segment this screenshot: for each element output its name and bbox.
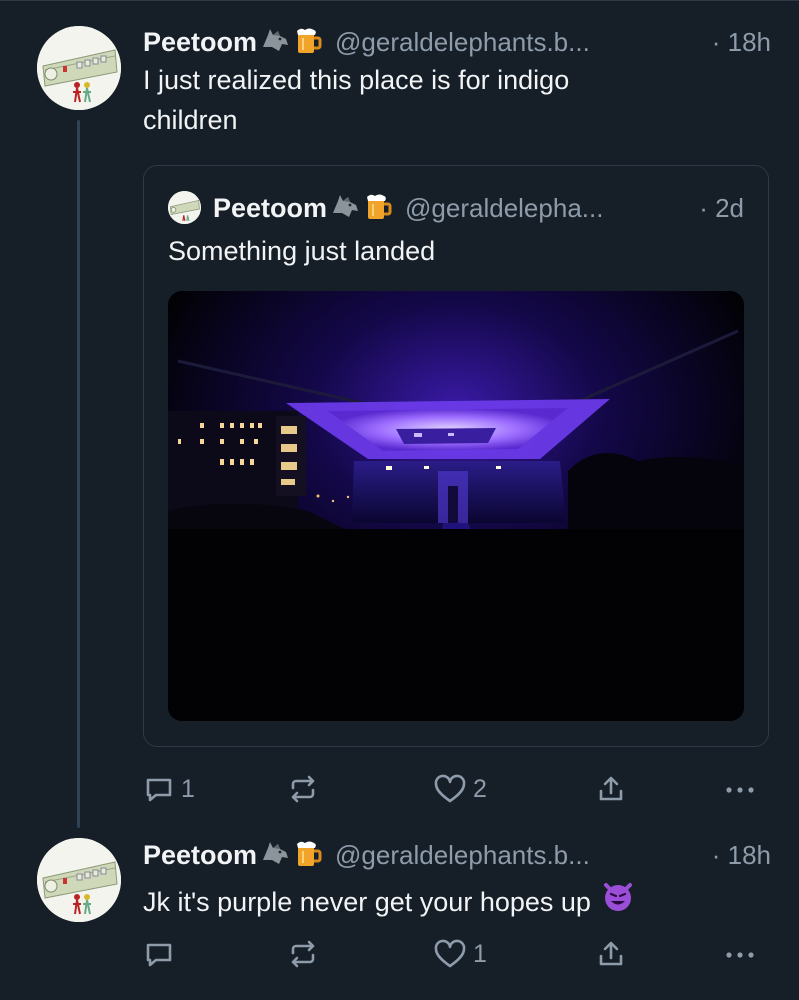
beer-mug-emoji: [293, 25, 323, 60]
wolf-emoji: [260, 838, 290, 873]
avatar[interactable]: [37, 838, 121, 922]
post-header: Peetoom @geraldelephants.b... · 18h: [143, 24, 771, 60]
quote-time[interactable]: · 2d: [691, 193, 744, 224]
post-text-line: children: [143, 105, 238, 135]
avatar-image: [37, 838, 121, 922]
repost-button[interactable]: [287, 769, 319, 809]
wolf-emoji: [330, 191, 360, 226]
quote-author-name[interactable]: Peetoom: [213, 193, 327, 224]
repost-button[interactable]: [287, 934, 319, 974]
repost-icon: [291, 940, 315, 968]
reply-button[interactable]: [143, 934, 175, 974]
share-icon: [599, 776, 623, 801]
quote-avatar[interactable]: [168, 191, 201, 224]
post-time[interactable]: · 18h: [704, 840, 771, 871]
author-name[interactable]: Peetoom: [143, 27, 257, 58]
post-text: Jk it's purple never get your hopes up: [143, 886, 591, 917]
like-count: 2: [473, 774, 487, 803]
post-1[interactable]: Peetoom @geraldelephants.b... · 18h I ju…: [143, 24, 771, 140]
more-button[interactable]: [723, 769, 757, 809]
reply-icon: [146, 778, 172, 802]
reply-button[interactable]: 1: [143, 769, 195, 809]
post-1-actions: 1 2: [143, 769, 763, 809]
more-button[interactable]: [723, 934, 757, 974]
post-2-actions: 1: [143, 934, 763, 974]
beer-mug-emoji: [293, 838, 323, 873]
quote-text: Something just landed: [168, 236, 436, 266]
quote-header: Peetoom @geraldelepha... · 2d: [213, 188, 744, 228]
share-icon: [599, 941, 623, 966]
post-text-line: I just realized this place is for indigo: [143, 65, 570, 95]
reply-count: 1: [181, 774, 195, 803]
wolf-emoji: [260, 25, 290, 60]
share-button[interactable]: [595, 934, 627, 974]
smiling-devil-emoji: [601, 879, 635, 924]
more-icon: [726, 787, 754, 793]
share-button[interactable]: [595, 769, 627, 809]
post-header: Peetoom @geraldelephants.b... · 18h: [143, 837, 771, 873]
like-count: 1: [473, 939, 487, 968]
repost-icon: [291, 775, 315, 803]
top-divider: [0, 0, 799, 1]
post-time[interactable]: · 18h: [704, 27, 771, 58]
avatar[interactable]: [37, 26, 121, 110]
author-handle[interactable]: @geraldelephants.b...: [335, 27, 590, 58]
beer-mug-emoji: [363, 191, 393, 226]
quote-photo[interactable]: [168, 291, 744, 721]
night-building-photo: [168, 291, 744, 721]
author-name[interactable]: Peetoom: [143, 840, 257, 871]
quote-author-handle[interactable]: @geraldelepha...: [405, 193, 603, 224]
like-button[interactable]: 2: [433, 769, 487, 809]
more-icon: [726, 952, 754, 958]
post-2[interactable]: Peetoom @geraldelephants.b... · 18h Jk i…: [143, 837, 771, 924]
post-text-row: Jk it's purple never get your hopes up: [143, 879, 771, 924]
avatar-image: [168, 191, 201, 224]
avatar-image: [37, 26, 121, 110]
like-icon: [434, 939, 466, 968]
reply-icon: [146, 943, 172, 967]
like-icon: [434, 774, 466, 803]
thread-line: [77, 120, 80, 828]
post-text: I just realized this place is for indigo…: [143, 60, 771, 140]
author-handle[interactable]: @geraldelephants.b...: [335, 840, 590, 871]
like-button[interactable]: 1: [433, 934, 487, 974]
quoted-post[interactable]: Peetoom @geraldelepha... · 2d Something …: [143, 165, 769, 747]
